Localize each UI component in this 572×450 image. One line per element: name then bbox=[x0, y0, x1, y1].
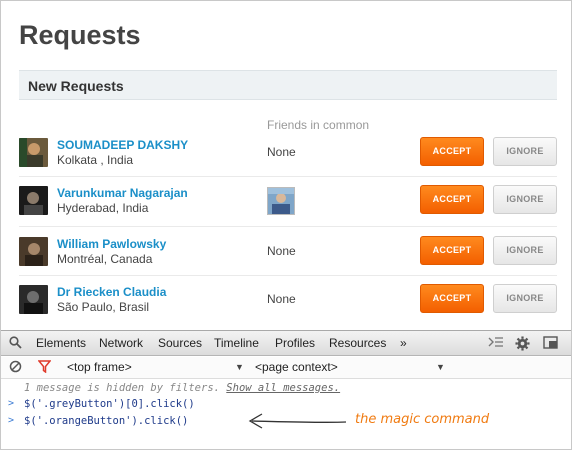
tab-sources[interactable]: Sources bbox=[158, 336, 202, 350]
ignore-button[interactable]: IGNORE bbox=[493, 284, 557, 313]
tab-profiles[interactable]: Profiles bbox=[275, 336, 315, 350]
chevron-down-icon: ▼ bbox=[436, 362, 445, 372]
annotation-label: the magic command bbox=[355, 412, 490, 427]
user-avatar[interactable] bbox=[19, 285, 48, 314]
friends-in-common: None bbox=[267, 292, 296, 306]
hidden-message-text: 1 message is hidden by filters. bbox=[24, 382, 227, 394]
gear-icon[interactable] bbox=[515, 336, 530, 354]
user-name[interactable]: Dr Riecken Claudia bbox=[57, 285, 166, 299]
more-tabs-button[interactable]: » bbox=[400, 336, 407, 350]
undock-icon[interactable] bbox=[543, 336, 558, 352]
request-row: Dr Riecken Claudia São Paulo, Brasil Non… bbox=[19, 284, 557, 335]
user-location: Montréal, Canada bbox=[57, 252, 153, 266]
devtools-toolbar: Elements Network Sources Timeline Profil… bbox=[1, 331, 571, 356]
section-header: New Requests bbox=[19, 70, 557, 100]
ignore-button[interactable]: IGNORE bbox=[493, 137, 557, 166]
console-filter-bar: <top frame> ▼ <page context> ▼ bbox=[1, 357, 571, 379]
show-all-messages-link[interactable]: Show all messages. bbox=[226, 382, 340, 394]
filter-icon[interactable] bbox=[37, 360, 52, 376]
tab-resources[interactable]: Resources bbox=[329, 336, 386, 350]
console-command[interactable]: $('.greyButton')[0].click() bbox=[24, 398, 195, 410]
console-drawer-icon[interactable] bbox=[488, 336, 504, 352]
accept-button[interactable]: ACCEPT bbox=[420, 236, 484, 265]
clear-console-icon[interactable] bbox=[9, 360, 22, 376]
user-avatar[interactable] bbox=[19, 237, 48, 266]
section-title: New Requests bbox=[28, 78, 124, 94]
user-location: Hyderabad, India bbox=[57, 201, 149, 215]
request-row: Varunkumar Nagarajan Hyderabad, India AC… bbox=[19, 185, 557, 236]
row-divider bbox=[19, 275, 557, 276]
console-hidden-message: 1 message is hidden by filters. Show all… bbox=[1, 381, 571, 397]
prompt-icon: > bbox=[8, 415, 15, 426]
frame-select[interactable]: <top frame> bbox=[67, 360, 132, 374]
arrow-icon bbox=[248, 413, 347, 429]
accept-button[interactable]: ACCEPT bbox=[420, 137, 484, 166]
search-icon[interactable] bbox=[9, 336, 22, 352]
ignore-button[interactable]: IGNORE bbox=[493, 236, 557, 265]
chevron-down-icon: ▼ bbox=[235, 362, 244, 372]
user-name[interactable]: William Pawlowsky bbox=[57, 237, 166, 251]
friends-in-common: None bbox=[267, 244, 296, 258]
console-command[interactable]: $('.orangeButton').click() bbox=[24, 415, 188, 427]
friends-in-common: None bbox=[267, 145, 296, 159]
page-title: Requests bbox=[19, 20, 141, 50]
user-name[interactable]: Varunkumar Nagarajan bbox=[57, 186, 188, 200]
tab-elements[interactable]: Elements bbox=[36, 336, 86, 350]
user-location: São Paulo, Brasil bbox=[57, 300, 150, 314]
user-avatar[interactable] bbox=[19, 138, 48, 167]
user-name[interactable]: SOUMADEEP DAKSHY bbox=[57, 138, 188, 152]
friends-in-common-header: Friends in common bbox=[267, 118, 370, 132]
user-avatar[interactable] bbox=[19, 186, 48, 215]
mutual-friend-avatar[interactable] bbox=[267, 187, 295, 215]
accept-button[interactable]: ACCEPT bbox=[420, 185, 484, 214]
context-select[interactable]: <page context> bbox=[255, 360, 338, 374]
request-row: William Pawlowsky Montréal, Canada None … bbox=[19, 236, 557, 287]
tab-timeline[interactable]: Timeline bbox=[214, 336, 259, 350]
accept-button[interactable]: ACCEPT bbox=[420, 284, 484, 313]
ignore-button[interactable]: IGNORE bbox=[493, 185, 557, 214]
prompt-icon: > bbox=[8, 398, 15, 409]
tab-network[interactable]: Network bbox=[99, 336, 143, 350]
row-divider bbox=[19, 176, 557, 177]
user-location: Kolkata , India bbox=[57, 153, 134, 167]
request-row: SOUMADEEP DAKSHY Kolkata , India None AC… bbox=[19, 137, 557, 188]
row-divider bbox=[19, 226, 557, 227]
